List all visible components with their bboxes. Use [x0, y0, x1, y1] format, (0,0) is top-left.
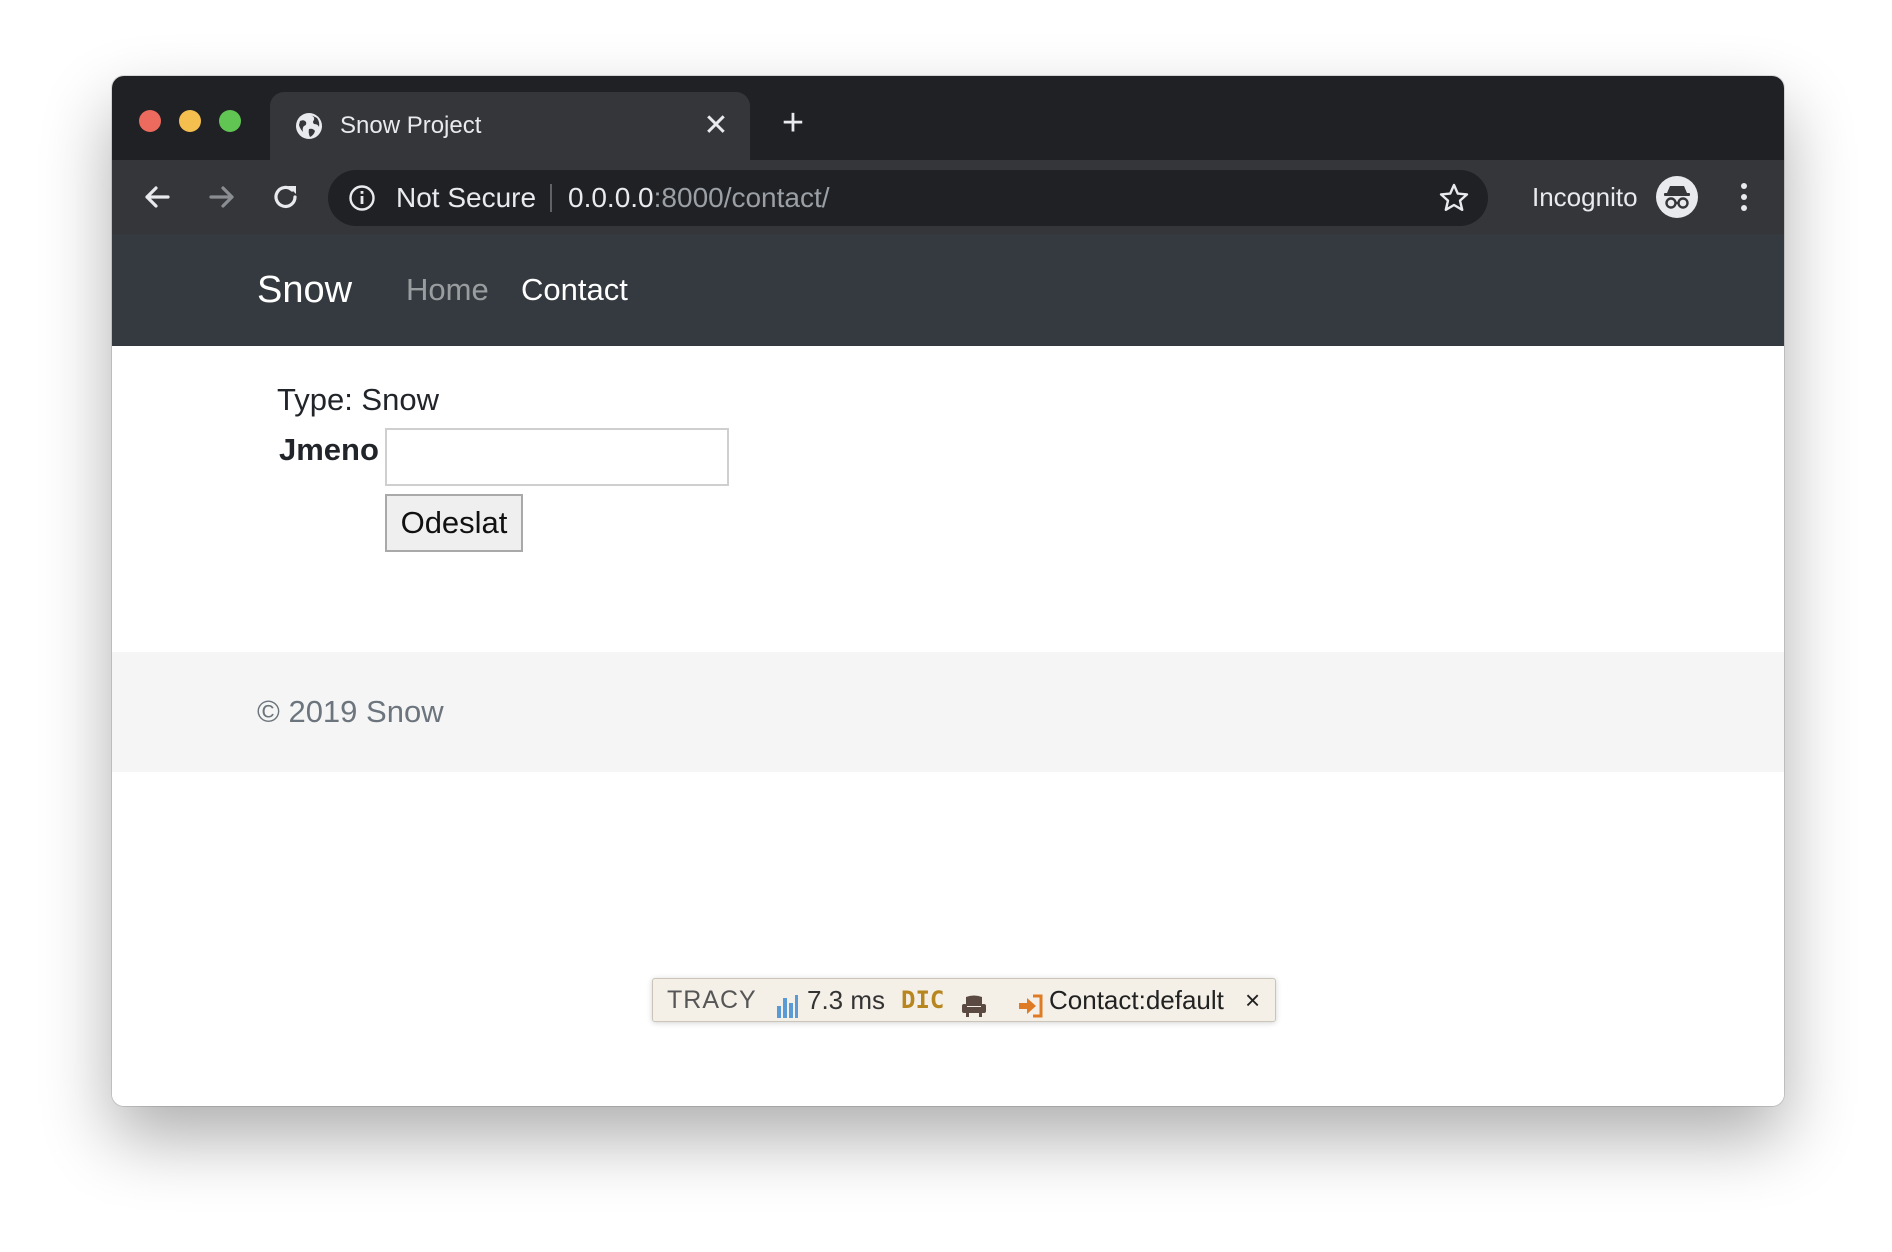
incognito-icon[interactable]: [1656, 176, 1698, 218]
close-window-button[interactable]: [139, 110, 161, 132]
url-path: :8000/contact/: [653, 182, 830, 213]
tab-title: Snow Project: [340, 112, 482, 139]
tracy-debug-bar: TRACY 7.3 ms DIC Contact:default ×: [652, 978, 1276, 1022]
browser-toolbar: Not Secure 0.0.0.0:8000/contact/ Incogni…: [112, 160, 1784, 234]
type-text: Type: Snow: [277, 382, 439, 417]
back-icon[interactable]: [138, 178, 176, 216]
close-icon[interactable]: ✕: [702, 111, 730, 141]
url-host: 0.0.0.0: [568, 182, 654, 213]
bar-chart-icon: [775, 988, 799, 1018]
name-input[interactable]: [385, 428, 729, 486]
browser-window: Snow Project ✕ + Not Secure 0.0.0.0:8000…: [112, 76, 1784, 1106]
name-label: Jmeno: [279, 432, 379, 467]
zoom-window-button[interactable]: [219, 110, 241, 132]
more-vert-icon[interactable]: [1734, 178, 1754, 216]
submit-button[interactable]: Odeslat: [385, 494, 523, 552]
tab-snow-project[interactable]: Snow Project ✕: [270, 92, 750, 160]
site-footer: © 2019 Snow: [112, 652, 1784, 772]
close-icon[interactable]: ×: [1245, 979, 1260, 1021]
reload-icon[interactable]: [267, 178, 305, 216]
tracy-presenter[interactable]: Contact:default: [1049, 979, 1224, 1021]
nav-contact-link[interactable]: Contact: [521, 234, 628, 346]
web-page: Snow Home Contact Type: Snow Jmeno Odesl…: [112, 234, 1784, 1106]
site-brand[interactable]: Snow: [257, 234, 352, 346]
tracy-dic[interactable]: DIC: [901, 979, 944, 1021]
minimize-window-button[interactable]: [179, 110, 201, 132]
globe-icon: [294, 111, 324, 141]
armchair-icon[interactable]: [960, 988, 988, 1017]
omnibox-separator: [550, 184, 552, 212]
sign-in-icon: [1017, 988, 1043, 1018]
incognito-label[interactable]: Incognito: [1532, 160, 1638, 234]
site-navbar: Snow Home Contact: [112, 234, 1784, 346]
forward-icon[interactable]: [203, 178, 241, 216]
address-bar[interactable]: Not Secure 0.0.0.0:8000/contact/: [328, 170, 1488, 226]
star-icon[interactable]: [1438, 182, 1470, 214]
tab-strip: Snow Project ✕ +: [112, 76, 1784, 160]
tracy-time[interactable]: 7.3 ms: [807, 979, 885, 1021]
security-label[interactable]: Not Secure: [396, 170, 536, 226]
info-icon[interactable]: [348, 184, 376, 212]
plus-icon[interactable]: +: [775, 104, 811, 142]
nav-home-link[interactable]: Home: [406, 234, 489, 346]
url-text[interactable]: 0.0.0.0:8000/contact/: [568, 170, 830, 226]
tracy-logo[interactable]: TRACY: [667, 979, 757, 1021]
copyright-text: © 2019 Snow: [257, 694, 444, 729]
